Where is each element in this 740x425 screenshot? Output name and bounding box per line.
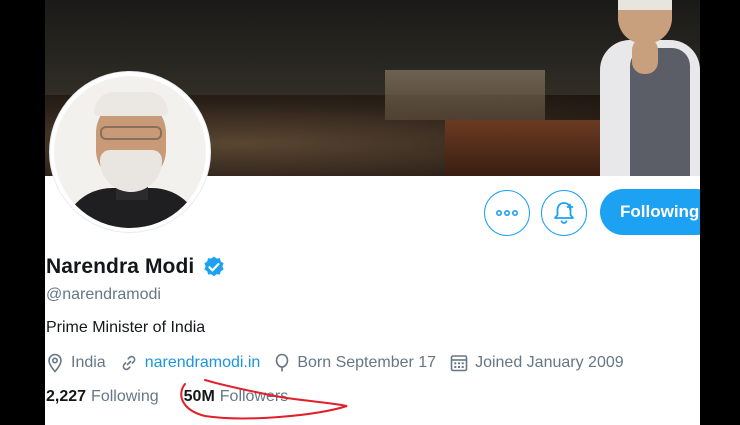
right-black-bar <box>700 0 740 425</box>
banner-person-hands <box>632 38 658 74</box>
joined-text: Joined January 2009 <box>475 354 624 371</box>
location-text: India <box>71 354 106 371</box>
profile-location: India <box>46 353 106 373</box>
following-stat[interactable]: 2,227 Following <box>46 388 159 406</box>
banner-person <box>600 0 700 176</box>
banner-stage <box>445 120 605 176</box>
following-button-label: Following <box>620 202 700 221</box>
website-link[interactable]: narendramodi.in <box>145 354 261 372</box>
profile-handle: @narendramodi <box>46 286 161 303</box>
profile-joined: Joined January 2009 <box>450 354 624 372</box>
left-black-bar <box>0 0 45 425</box>
profile-avatar[interactable] <box>50 72 210 232</box>
profile-page: Following Narendra Modi @narendramodi Pr… <box>45 0 700 425</box>
avatar-hair <box>94 92 168 116</box>
banner-building <box>385 70 545 120</box>
verified-badge-icon <box>204 256 224 277</box>
calendar-icon <box>450 355 468 372</box>
link-icon <box>122 355 136 371</box>
following-label: Following <box>91 388 159 405</box>
profile-name-row: Narendra Modi <box>46 255 226 279</box>
profile-birthday: Born September 17 <box>274 353 436 373</box>
banner-person-hair <box>618 0 672 10</box>
profile-meta: India narendramodi.in Born September 17 <box>46 353 638 373</box>
more-options-button[interactable] <box>484 190 530 236</box>
notification-bell-icon <box>554 202 574 224</box>
profile-website[interactable]: narendramodi.in <box>120 354 261 372</box>
balloon-icon <box>276 353 289 372</box>
avatar-glasses <box>100 126 162 140</box>
profile-name: Narendra Modi <box>46 255 195 278</box>
birthday-text: Born September 17 <box>297 354 437 371</box>
red-highlight-annotation <box>180 379 348 420</box>
following-button[interactable]: Following <box>600 189 700 235</box>
notifications-button[interactable] <box>541 190 587 236</box>
location-pin-icon <box>48 353 62 373</box>
following-count: 2,227 <box>46 388 87 405</box>
more-icon <box>496 210 518 216</box>
profile-bio: Prime Minister of India <box>46 319 206 336</box>
